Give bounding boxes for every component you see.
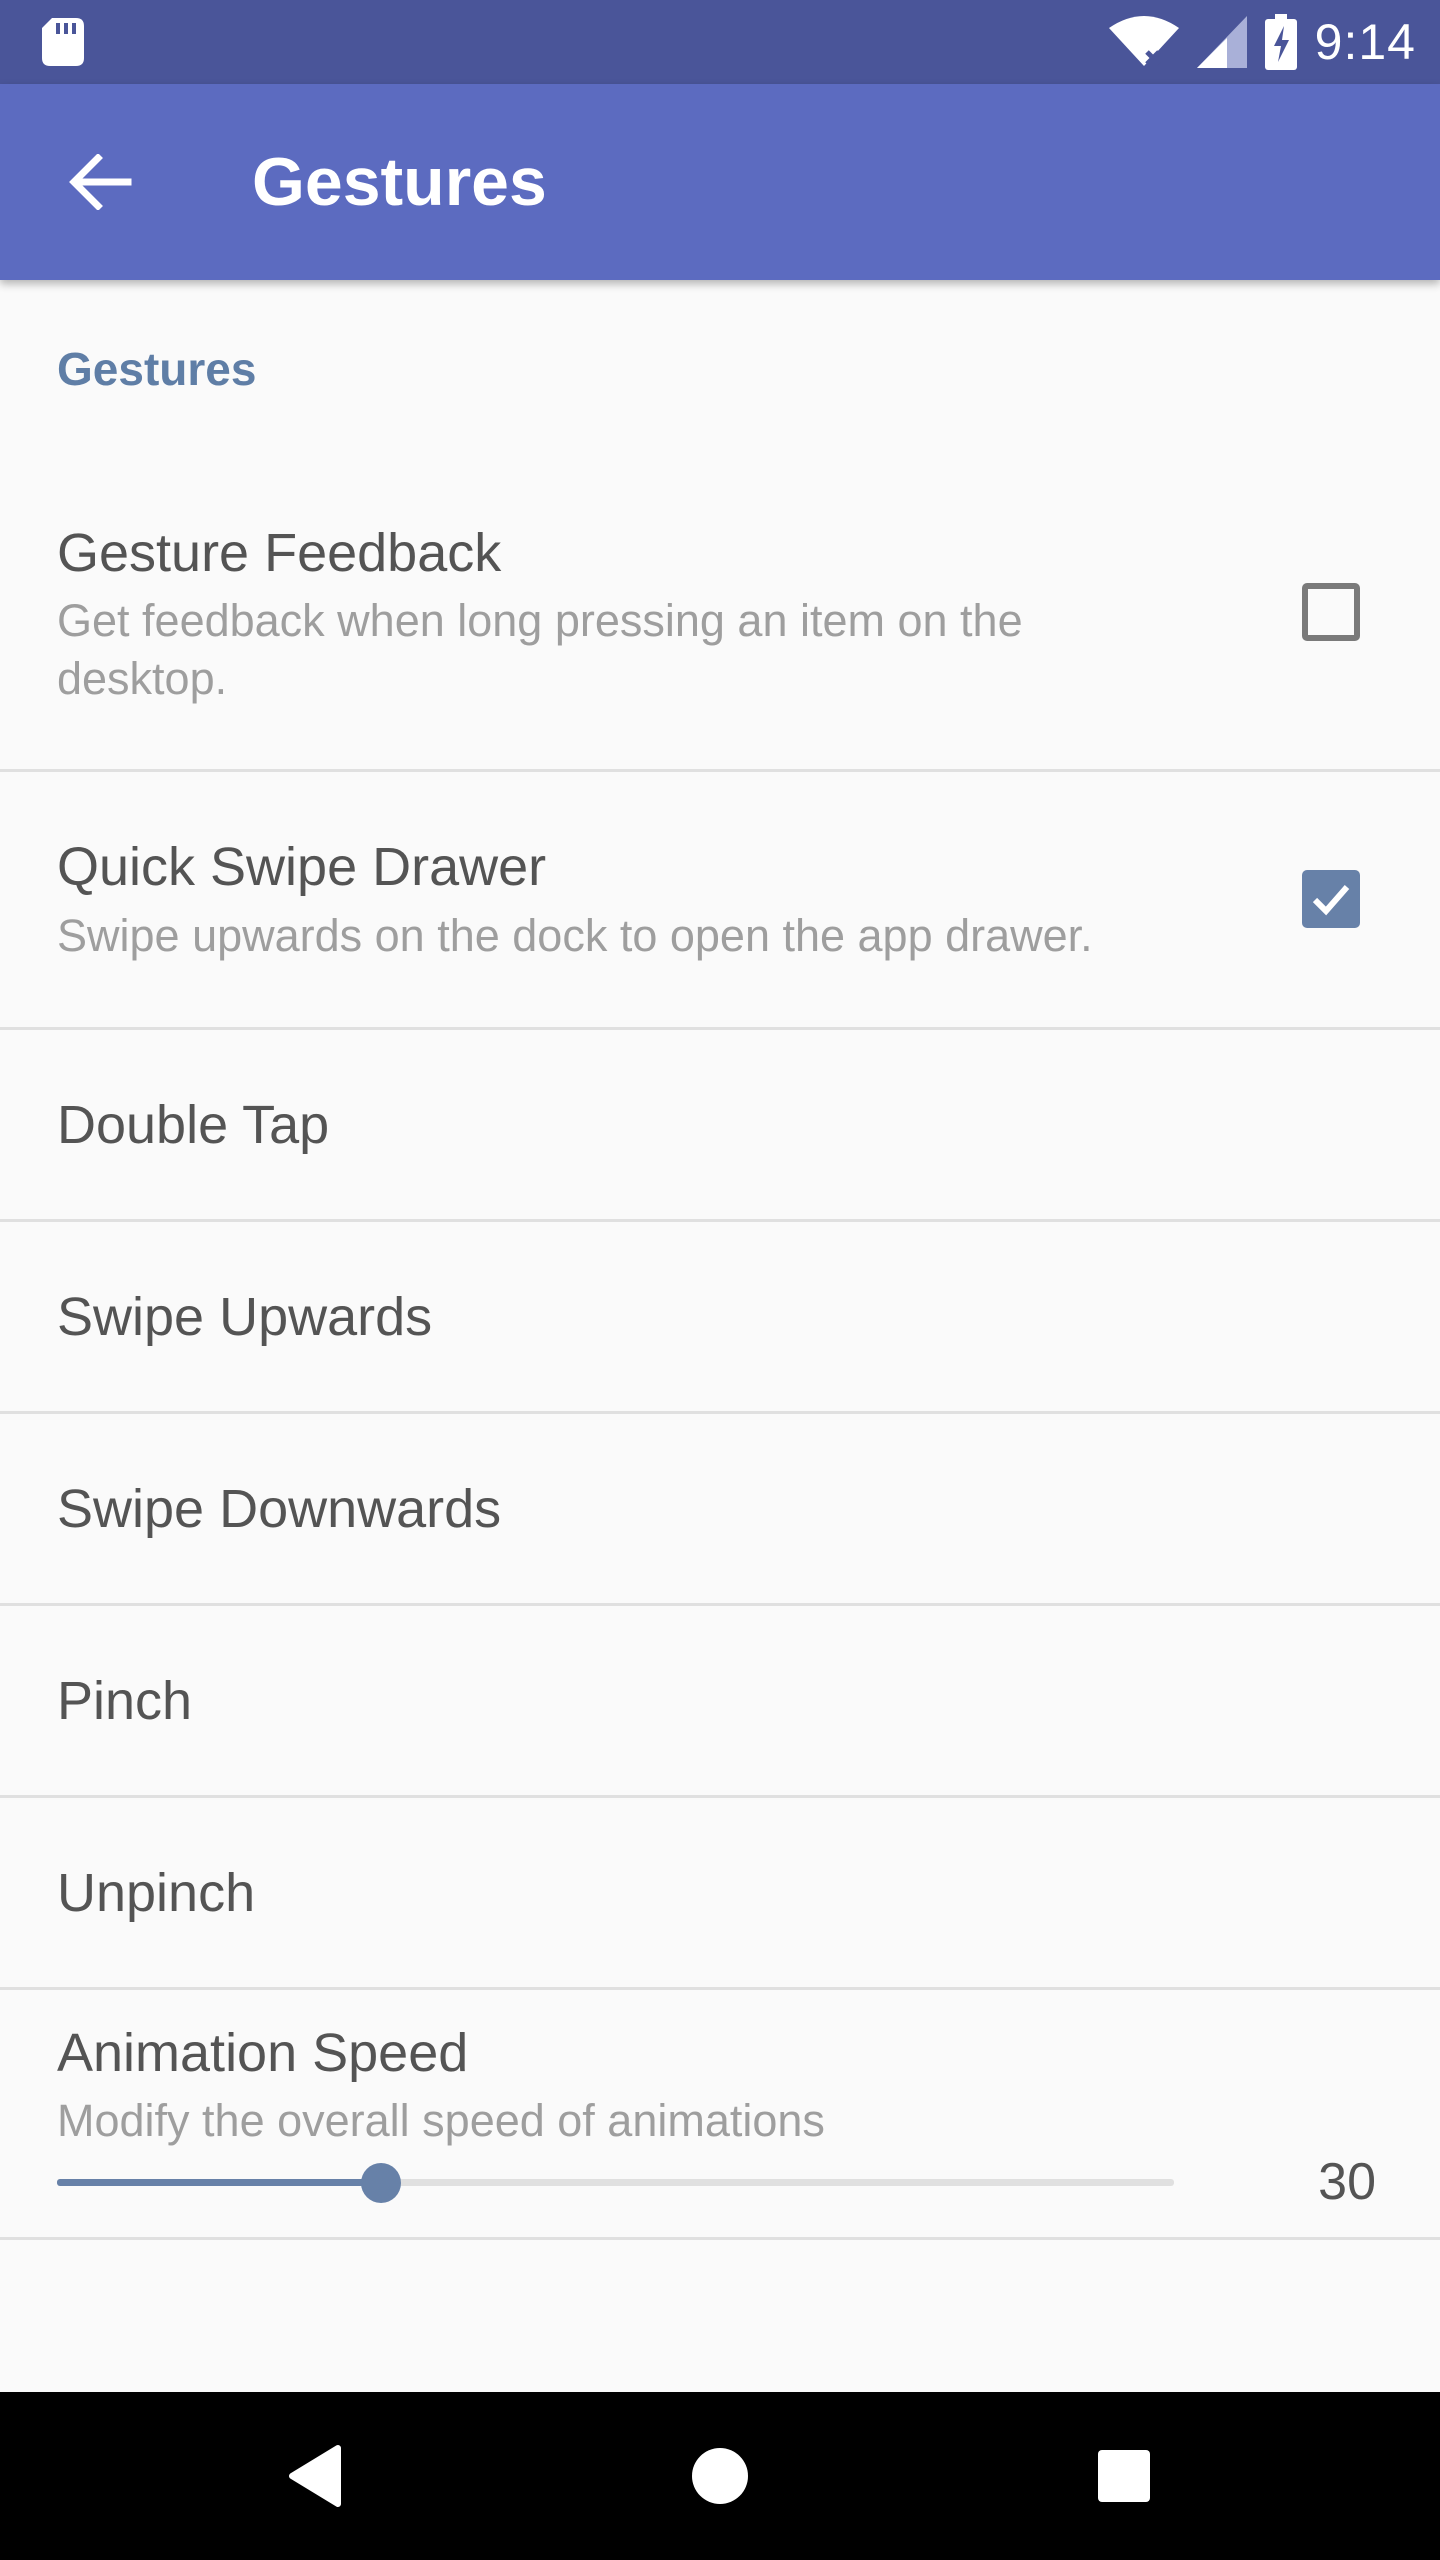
back-triangle-icon <box>289 2445 341 2507</box>
checkmark-icon <box>1312 885 1350 916</box>
pref-animation-speed: Animation Speed Modify the overall speed… <box>0 1990 1440 2240</box>
back-button[interactable] <box>50 132 150 232</box>
pref-title: Unpinch <box>57 1863 256 1923</box>
pref-unpinch[interactable]: Unpinch <box>0 1798 1440 1990</box>
pref-title: Swipe Downwards <box>57 1479 502 1539</box>
gesture-feedback-checkbox[interactable] <box>1302 583 1360 641</box>
home-circle-icon <box>692 2448 748 2504</box>
app-toolbar: Gestures <box>0 84 1440 280</box>
nav-home-button[interactable] <box>670 2426 770 2526</box>
cell-signal-icon <box>1196 16 1247 68</box>
page-title: Gestures <box>252 144 547 220</box>
slider-thumb[interactable] <box>360 2163 401 2203</box>
pref-title: Animation Speed <box>57 2023 469 2083</box>
pref-title: Gesture Feedback <box>57 523 502 583</box>
nav-back-button[interactable] <box>266 2426 366 2526</box>
recents-square-icon <box>1098 2450 1150 2502</box>
quick-swipe-drawer-checkbox[interactable] <box>1302 870 1360 928</box>
pref-double-tap[interactable]: Double Tap <box>0 1030 1440 1222</box>
pref-summary: Modify the overall speed of animations <box>57 2095 825 2146</box>
pref-swipe-downwards[interactable]: Swipe Downwards <box>0 1414 1440 1606</box>
pref-gesture-feedback[interactable]: Gesture Feedback Get feedback when long … <box>0 450 1440 772</box>
status-bar: 9:14 <box>0 0 1440 84</box>
settings-screen: 9:14 Gestures Gestures Gesture Feedback … <box>0 0 1440 2560</box>
pref-quick-swipe-drawer[interactable]: Quick Swipe Drawer Swipe upwards on the … <box>0 772 1440 1030</box>
pref-summary: Swipe upwards on the dock to open the ap… <box>57 910 1093 961</box>
battery-charging-icon <box>1264 14 1297 70</box>
pref-summary: Get feedback when long pressing an item … <box>57 595 1023 704</box>
arrow-back-icon <box>69 154 132 210</box>
animation-speed-slider[interactable] <box>57 2163 1174 2203</box>
sd-card-icon <box>42 18 84 66</box>
slider-fill <box>57 2179 381 2186</box>
pref-title: Double Tap <box>57 1095 330 1155</box>
pref-title: Swipe Upwards <box>57 1287 433 1347</box>
pref-pinch[interactable]: Pinch <box>0 1606 1440 1798</box>
status-icons: 9:14 <box>1108 0 1416 84</box>
pref-title: Pinch <box>57 1671 193 1731</box>
nav-recents-button[interactable] <box>1074 2426 1174 2526</box>
navigation-bar <box>0 2392 1440 2560</box>
section-header: Gestures <box>57 343 257 395</box>
wifi-icon <box>1108 16 1179 66</box>
pref-title: Quick Swipe Drawer <box>57 837 547 897</box>
status-clock: 9:14 <box>1314 14 1416 70</box>
slider-value: 30 <box>1318 2153 1376 2211</box>
pref-swipe-upwards[interactable]: Swipe Upwards <box>0 1222 1440 1414</box>
